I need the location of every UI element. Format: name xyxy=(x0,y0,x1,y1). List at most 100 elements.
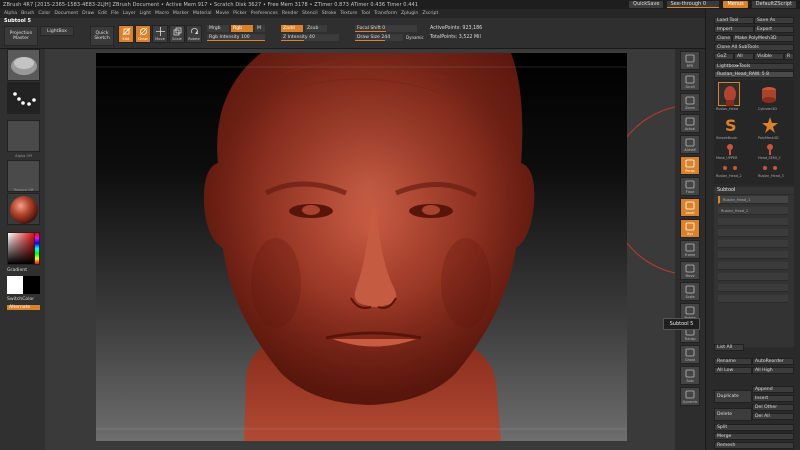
see-through-slider[interactable]: See-through 0 xyxy=(667,1,720,8)
menu-light[interactable]: Light xyxy=(140,11,151,16)
menu-material[interactable]: Material xyxy=(193,11,212,16)
alternate-button[interactable]: Alternate xyxy=(7,305,40,310)
view-ghost-button[interactable]: Ghost xyxy=(680,345,700,364)
tool-simplebrush[interactable]: S xyxy=(720,115,740,135)
menu-document[interactable]: Document xyxy=(54,11,78,16)
rename-button[interactable]: Rename xyxy=(714,358,752,365)
goz-visible-button[interactable]: Visible xyxy=(754,53,784,60)
scale-tool-button[interactable]: Scale xyxy=(169,25,185,43)
merge-button[interactable]: Merge xyxy=(714,433,794,440)
del-all-button[interactable]: Del All xyxy=(752,413,794,420)
subtool-item[interactable] xyxy=(718,229,788,237)
view-aahalf-button[interactable]: AAHalf xyxy=(680,135,700,154)
menu-marker[interactable]: Marker xyxy=(173,11,189,16)
view-scale-button[interactable]: Scale xyxy=(680,282,700,301)
lightbox-tools-button[interactable]: Lightbox▸Tools xyxy=(714,63,794,70)
del-other-button[interactable]: Del Other xyxy=(752,404,794,411)
subtool-item[interactable] xyxy=(718,273,788,281)
import-button[interactable]: Import xyxy=(714,26,754,33)
menu-preferences[interactable]: Preferences xyxy=(251,11,278,16)
append-button[interactable]: Append xyxy=(752,386,794,393)
list-all-button[interactable]: List All xyxy=(714,344,744,351)
view-move-button[interactable]: Move xyxy=(680,261,700,280)
menu-transform[interactable]: Transform xyxy=(374,11,397,16)
tool-ruslan-head-2[interactable] xyxy=(720,162,740,174)
all-high-button[interactable]: All High xyxy=(752,367,794,374)
goz-all-button[interactable]: All xyxy=(734,53,754,60)
stroke-thumbnail[interactable] xyxy=(7,82,40,114)
export-button[interactable]: Export xyxy=(754,26,794,33)
tool-ruslan-head-3[interactable] xyxy=(760,162,780,174)
menu-render[interactable]: Render xyxy=(282,11,298,16)
delete-button[interactable]: Delete xyxy=(714,408,752,421)
menu-draw[interactable]: Draw xyxy=(82,11,94,16)
save-as-button[interactable]: Save As xyxy=(754,17,794,24)
quicksave-button[interactable]: QuickSave xyxy=(629,1,664,8)
load-tool-button[interactable]: Load Tool xyxy=(714,17,754,24)
subtool-item[interactable] xyxy=(718,218,788,226)
zsub-toggle[interactable]: Zsub xyxy=(305,25,327,32)
tool-head-semi[interactable] xyxy=(760,142,780,156)
menu-edit[interactable]: Edit xyxy=(98,11,107,16)
menu-layer[interactable]: Layer xyxy=(123,11,136,16)
view-persp-button[interactable]: Persp xyxy=(680,156,700,175)
dynamic-toggle[interactable]: Dynamic xyxy=(406,35,424,40)
color-picker[interactable] xyxy=(7,232,40,265)
menu-tool[interactable]: Tool xyxy=(361,11,370,16)
split-button[interactable]: Split xyxy=(714,424,794,431)
document-viewport[interactable] xyxy=(96,53,627,441)
autoreorder-button[interactable]: AutoReorder xyxy=(752,358,794,365)
switchcolor-button[interactable]: SwitchColor xyxy=(7,297,34,302)
menu-zscript[interactable]: Zscript xyxy=(422,11,438,16)
default-zscript-button[interactable]: DefaultZScript xyxy=(751,1,796,8)
draw-tool-button[interactable]: Draw xyxy=(135,25,151,43)
view-solo-button[interactable]: Solo xyxy=(680,366,700,385)
goz-r-button[interactable]: R xyxy=(784,53,794,60)
tool-cylinder3d[interactable] xyxy=(758,84,780,104)
goz-button[interactable]: GoZ xyxy=(714,53,734,60)
zadd-toggle[interactable]: Zadd xyxy=(281,25,303,32)
all-low-button[interactable]: All Low xyxy=(714,367,752,374)
rgb-toggle[interactable]: Rgb xyxy=(231,25,253,32)
view-bpr-button[interactable]: BPR xyxy=(680,51,700,70)
view-floor-button[interactable]: Floor xyxy=(680,177,700,196)
secondary-color-swatch[interactable] xyxy=(23,276,40,294)
move-tool-button[interactable]: Move xyxy=(152,25,168,43)
quick-sketch-button[interactable]: Quick Sketch xyxy=(90,26,114,46)
focal-shift-slider[interactable]: Focal Shift 0 xyxy=(355,25,417,32)
clone-button[interactable]: Clone xyxy=(714,35,732,42)
clone-all-subtools-button[interactable]: Clone All SubTools xyxy=(714,44,794,51)
edit-tool-button[interactable]: Edit xyxy=(118,25,134,43)
menu-macro[interactable]: Macro xyxy=(155,11,169,16)
view-dynamic-button[interactable]: Dynamic xyxy=(680,387,700,406)
draw-size-slider[interactable]: Draw Size 244 xyxy=(355,34,403,41)
subtool-item[interactable] xyxy=(718,262,788,270)
alpha-thumbnail[interactable] xyxy=(7,120,40,152)
menu-color[interactable]: Color xyxy=(38,11,50,16)
menu-stroke[interactable]: Stroke xyxy=(322,11,337,16)
subtool-item[interactable] xyxy=(718,284,788,292)
menu-stencil[interactable]: Stencil xyxy=(302,11,318,16)
gradient-toggle[interactable]: Gradient xyxy=(7,268,27,273)
remesh-button[interactable]: Remesh xyxy=(714,442,794,449)
view-zoom-button[interactable]: Zoom xyxy=(680,93,700,112)
subtool-item[interactable] xyxy=(718,251,788,259)
subtool-item[interactable]: Ruslan_Head_1 xyxy=(718,196,788,204)
tool-mask-upper[interactable] xyxy=(720,142,740,156)
menu-file[interactable]: File xyxy=(111,11,119,16)
current-tool-slider[interactable]: Ruslan_Head_RAW. 5 8 xyxy=(714,71,794,78)
menu-picker[interactable]: Picker xyxy=(233,11,247,16)
view-actual-button[interactable]: Actual xyxy=(680,114,700,133)
insert-button[interactable]: Insert xyxy=(752,395,794,402)
subtool-header[interactable]: Subtool xyxy=(714,187,794,194)
tool-ruslan-head[interactable] xyxy=(718,82,740,106)
subtool-item[interactable] xyxy=(718,240,788,248)
material-thumbnail[interactable] xyxy=(7,193,40,225)
view-xyz-button[interactable]: Xyz xyxy=(680,219,700,238)
projection-master-button[interactable]: Projection Master xyxy=(4,26,38,46)
subtool-item[interactable] xyxy=(718,295,788,303)
z-intensity-slider[interactable]: Z Intensity 40 xyxy=(281,34,339,41)
menu-movie[interactable]: Movie xyxy=(215,11,229,16)
rotate-tool-button[interactable]: Rotate xyxy=(186,25,202,43)
rgb-intensity-slider[interactable]: Rgb Intensity 100 xyxy=(207,34,265,41)
